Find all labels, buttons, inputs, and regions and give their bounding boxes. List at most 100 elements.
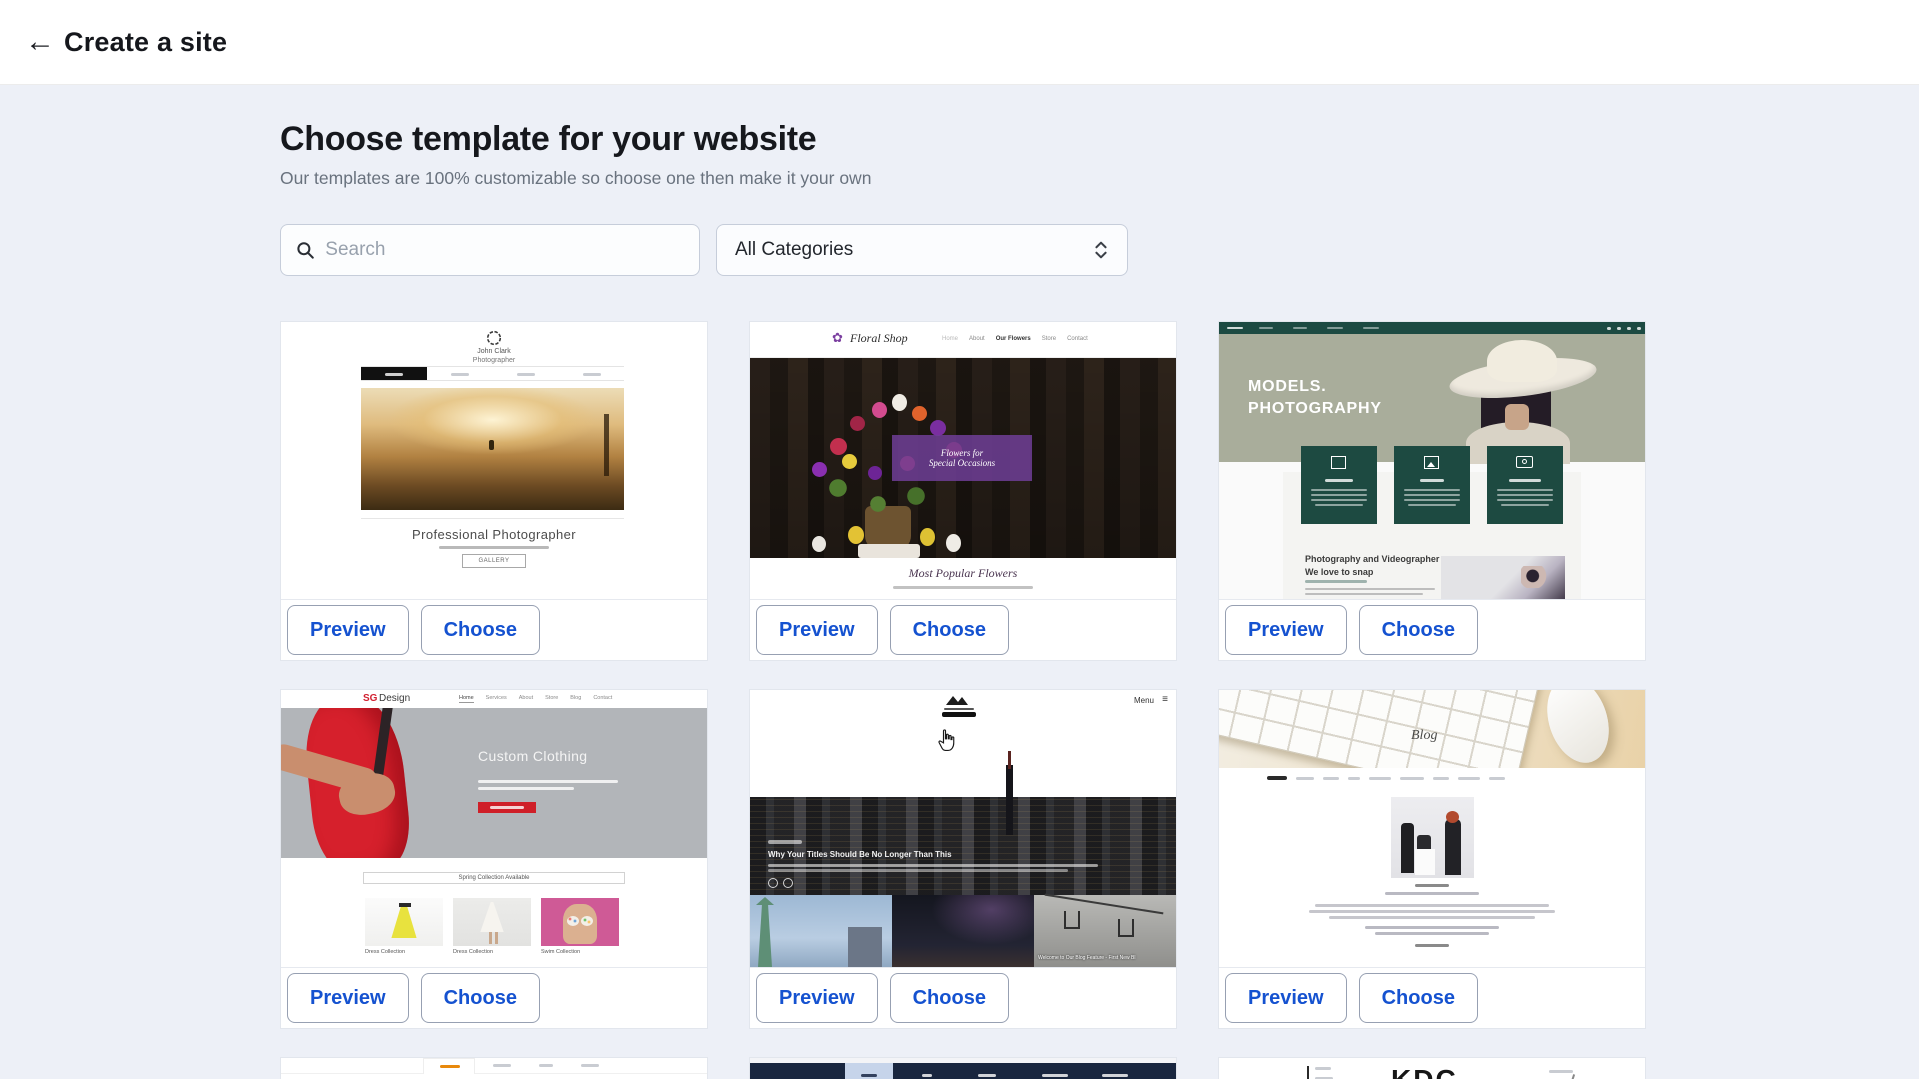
mini-logo-name: John Clark (281, 348, 707, 355)
choose-button[interactable]: Choose (890, 605, 1009, 655)
search-input[interactable] (325, 239, 685, 261)
choose-button[interactable]: Choose (890, 973, 1009, 1023)
mini-lift-chair (1064, 911, 1080, 929)
mini-vase-cloth (858, 544, 920, 558)
mini-prev-circle (768, 878, 778, 888)
mini-hero-heading: Custom Clothing (478, 748, 588, 764)
template-card-partial-navy (749, 1057, 1177, 1079)
mini-tower (1006, 765, 1013, 835)
main-content: Choose template for your website Our tem… (280, 85, 1646, 1079)
template-preview-blog[interactable]: Blog (1219, 690, 1645, 967)
template-preview-photographer[interactable]: John Clark Photographer Professional Pho… (281, 322, 707, 599)
mini-section-heading: Most Popular Flowers (750, 566, 1176, 581)
card-actions: Preview Choose (750, 599, 1176, 660)
mini-product-white-dress (453, 898, 531, 946)
mini-photo-figure (489, 440, 494, 450)
preview-button[interactable]: Preview (287, 973, 409, 1023)
mini-nav-item: Contact (593, 695, 612, 703)
template-preview-travel[interactable]: Menu ≡ Why Your Titles Should Be No Long… (750, 690, 1176, 967)
mini-product-swim (541, 898, 619, 946)
page-title: Create a site (64, 27, 227, 58)
image-icon (1424, 456, 1439, 469)
category-dropdown[interactable]: All Categories (716, 224, 1128, 276)
mini-tab-active (423, 1058, 475, 1074)
template-preview-partial-kdc[interactable]: KDC (1219, 1058, 1645, 1079)
mini-title-line1: MODELS. (1248, 376, 1382, 398)
mountains-icon (945, 694, 973, 706)
mini-model-face (1505, 404, 1529, 430)
preview-button[interactable]: Preview (287, 605, 409, 655)
mini-nav-item: Our Flowers (996, 336, 1031, 342)
mini-tulip (872, 402, 887, 418)
mini-nav (1267, 776, 1597, 780)
preview-button[interactable]: Preview (756, 973, 878, 1023)
template-card-floral: ✿ Floral Shop Home About Our Flowers Sto… (749, 321, 1177, 661)
mini-lift-chair (1118, 919, 1134, 937)
mini-divider (361, 518, 624, 519)
mini-mouse (1537, 690, 1619, 768)
image-icon-mountain (1427, 462, 1435, 467)
mini-brand-design: Design (379, 693, 410, 704)
template-preview-sg-design[interactable]: SG Design Home Services About Store Blog… (281, 690, 707, 967)
template-preview-partial-tabs[interactable] (281, 1058, 707, 1079)
mini-sub-heading2: We love to snap (1305, 567, 1373, 577)
choose-button[interactable]: Choose (421, 973, 540, 1023)
template-preview-models[interactable]: MODELS. PHOTOGRAPHY (1219, 322, 1645, 599)
mini-nav-item: Store (545, 695, 558, 703)
mini-hero-banner: Flowers for Special Occasions (892, 435, 1032, 481)
mini-tile-images (1394, 446, 1470, 524)
mini-section: Most Popular Flowers (750, 558, 1176, 599)
preview-button[interactable]: Preview (756, 605, 878, 655)
choose-button[interactable]: Choose (1359, 605, 1478, 655)
mini-leg (489, 932, 492, 944)
mini-nav: Home Services About Store Blog Contact (459, 695, 612, 703)
mini-title: MODELS. PHOTOGRAPHY (1248, 376, 1382, 420)
mini-menu-label: Menu (1134, 696, 1154, 705)
mini-partial-stroke (1569, 1074, 1575, 1079)
back-button[interactable]: ← (20, 27, 60, 57)
mini-lift-cable (1045, 894, 1164, 915)
mini-gallery-button: GALLERY (462, 554, 526, 568)
filter-controls: All Categories (280, 224, 1646, 276)
choose-button[interactable]: Choose (421, 605, 540, 655)
mini-next-circle (783, 878, 793, 888)
search-box[interactable] (280, 224, 700, 276)
mini-nav: Home About Our Flowers Store Contact (942, 336, 1168, 342)
mini-statue-crown (756, 897, 774, 905)
mini-tulip (892, 394, 907, 411)
template-row-1: John Clark Photographer Professional Pho… (280, 321, 1646, 661)
choose-button[interactable]: Choose (1359, 973, 1478, 1023)
preview-button[interactable]: Preview (1225, 973, 1347, 1023)
mini-tulip (912, 406, 927, 421)
template-row-3: KDC (280, 1057, 1646, 1079)
template-preview-floral[interactable]: ✿ Floral Shop Home About Our Flowers Sto… (750, 322, 1176, 599)
mini-photo-fencepost (604, 414, 609, 476)
mini-brand-sg: SG (363, 693, 377, 704)
film-icon (1331, 456, 1346, 469)
mini-tile-photography (1487, 446, 1563, 524)
mini-heading: Professional Photographer (281, 527, 707, 542)
mini-hero-models: MODELS. PHOTOGRAPHY (1219, 334, 1645, 462)
mini-header: ✿ Floral Shop Home About Our Flowers Sto… (750, 322, 1176, 358)
mini-tulip (812, 462, 827, 477)
mini-tile-videography (1301, 446, 1377, 524)
mini-nav-item (559, 367, 624, 380)
template-card-travel: Menu ≡ Why Your Titles Should Be No Long… (749, 689, 1177, 1029)
search-icon (295, 239, 315, 261)
template-preview-partial-navy[interactable] (750, 1058, 1176, 1079)
card-actions: Preview Choose (1219, 599, 1645, 660)
mini-red-button (478, 802, 536, 813)
mini-nav-item: Home (459, 695, 474, 703)
mini-sub-heading1: Photography and Videographer (1305, 554, 1439, 564)
mini-tulip (812, 536, 826, 552)
mini-caption: Swim Collection (541, 949, 580, 955)
mini-thumb-statue (750, 895, 892, 967)
card-actions: Preview Choose (281, 967, 707, 1028)
preview-button[interactable]: Preview (1225, 605, 1347, 655)
flower-logo-icon: ✿ (832, 330, 843, 346)
mini-brand: Floral Shop (850, 331, 908, 346)
mini-photo-makeup (1441, 556, 1565, 599)
mini-tulip (920, 528, 935, 546)
category-selected-value: All Categories (735, 239, 853, 261)
back-arrow-icon: ← (25, 25, 55, 58)
